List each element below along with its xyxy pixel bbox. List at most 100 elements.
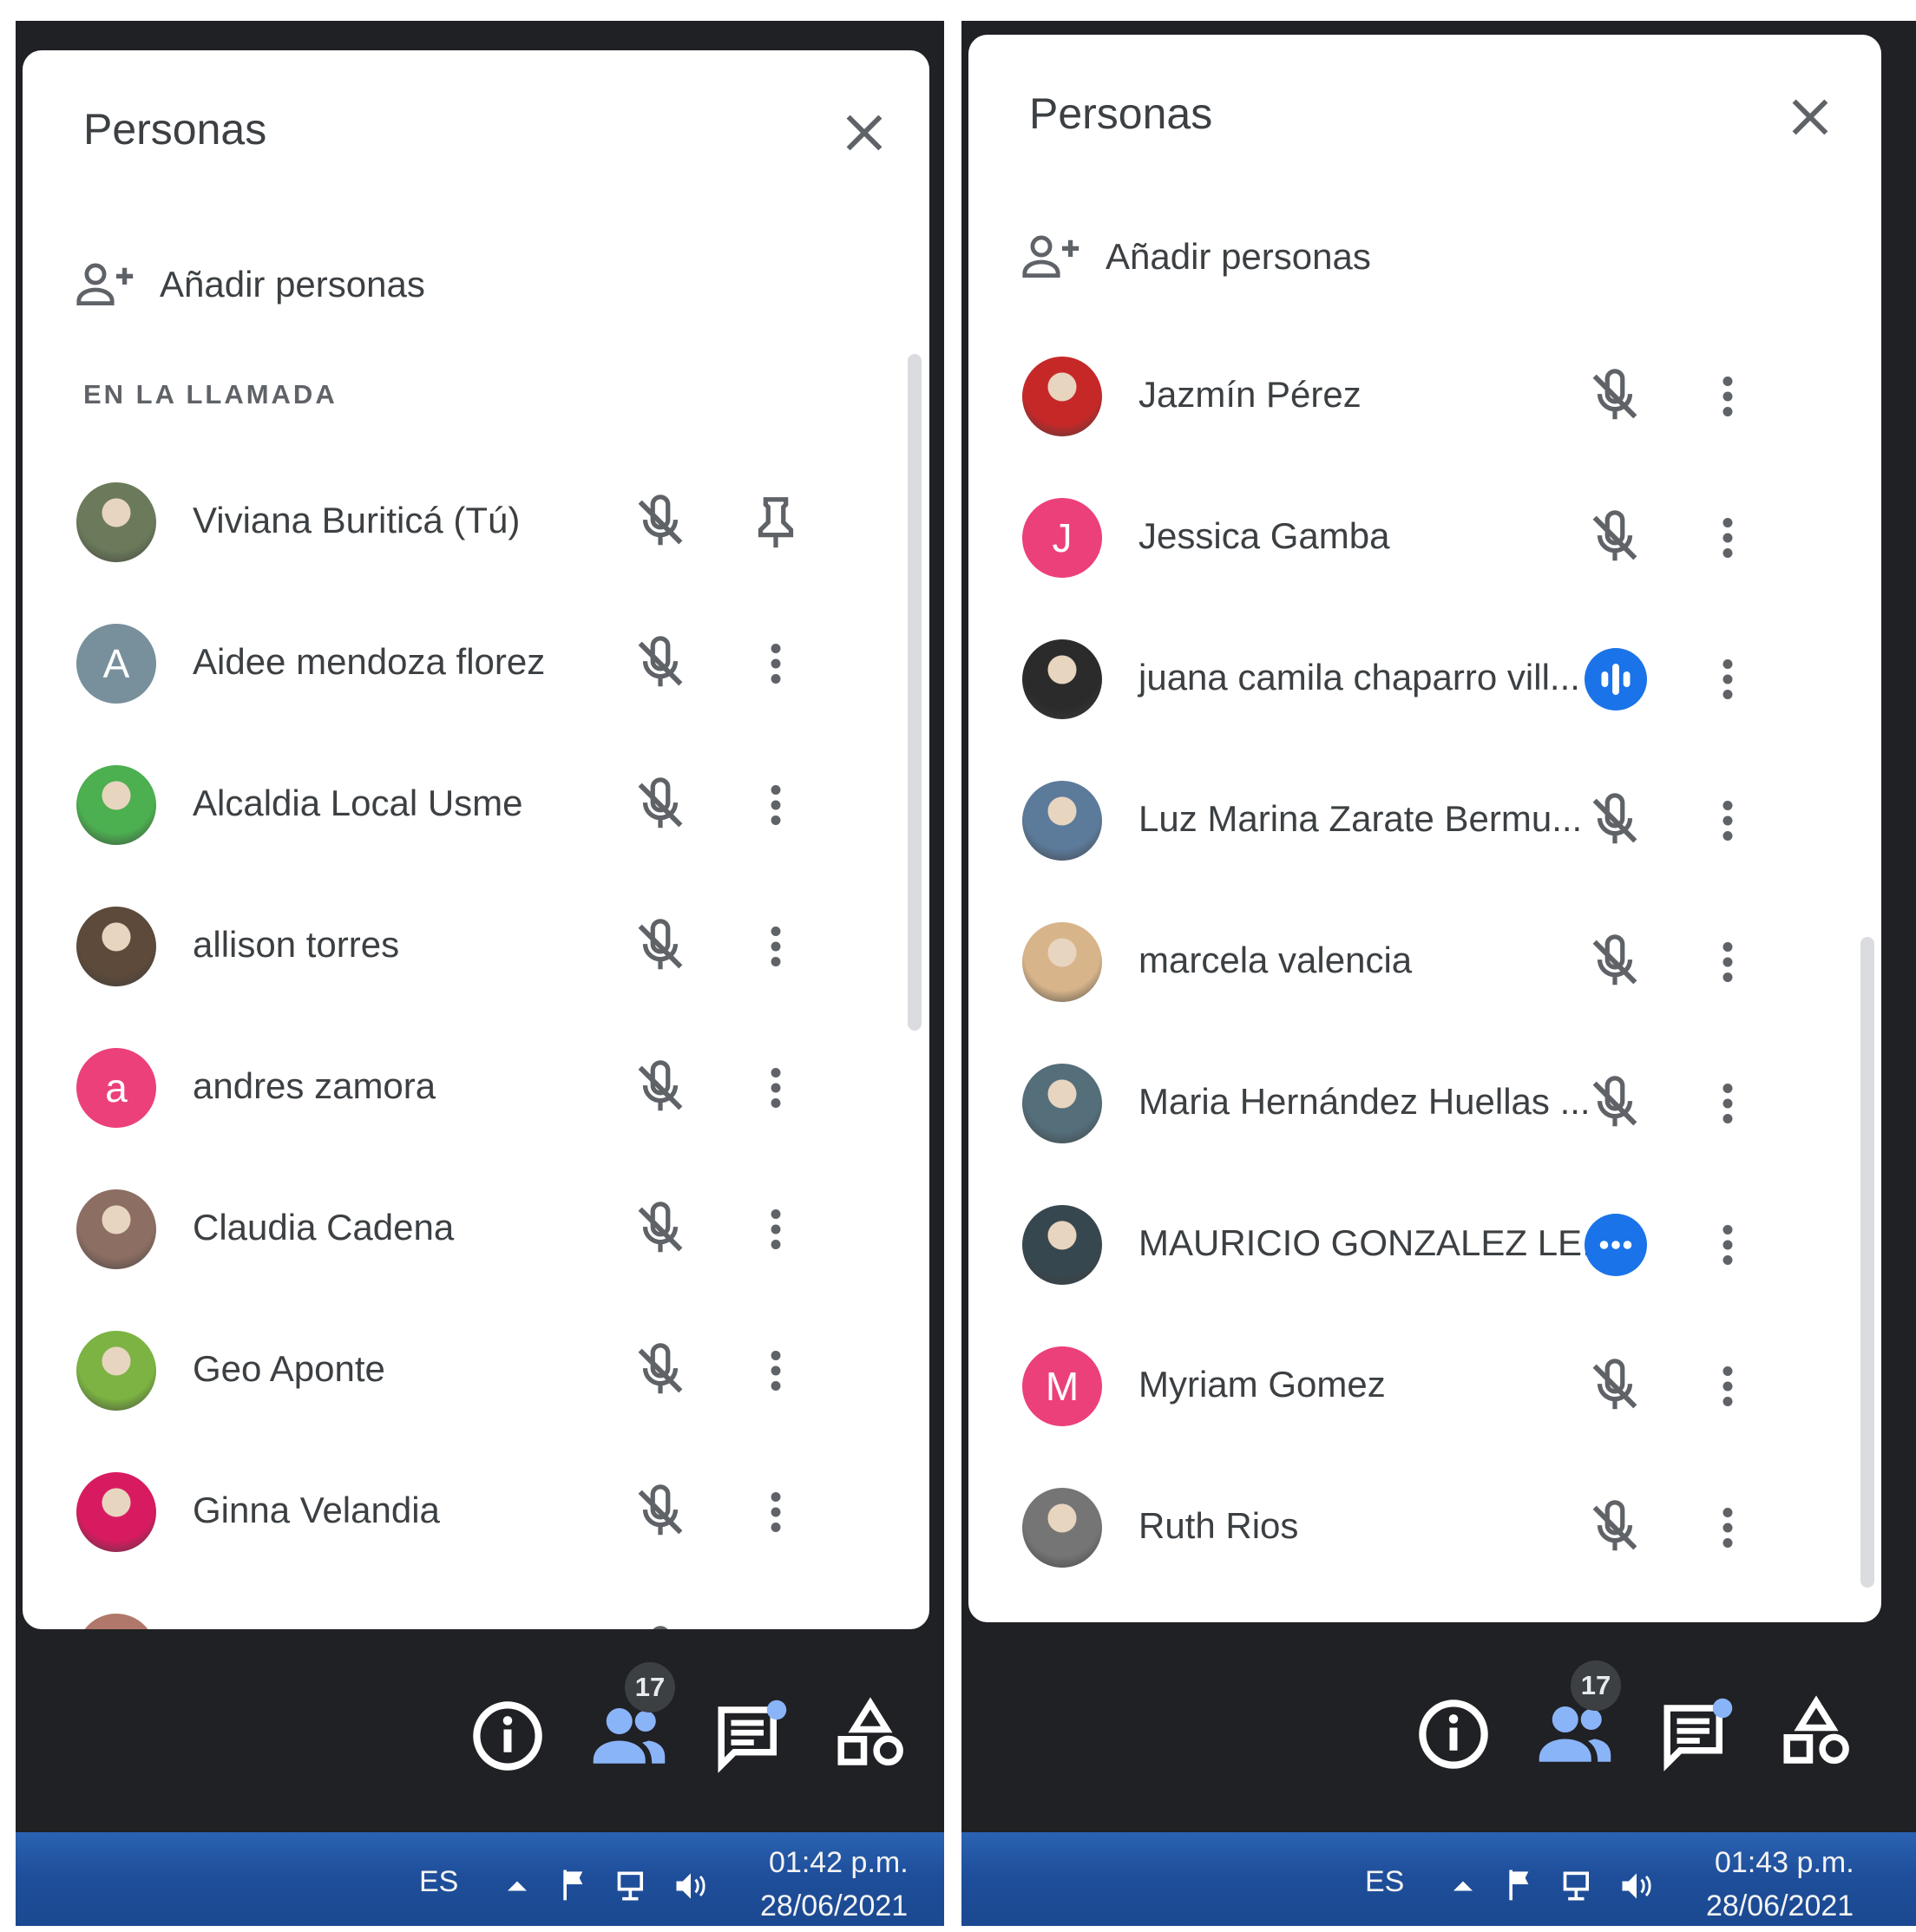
more-options-icon[interactable] [1702, 645, 1754, 714]
avatar-photo [76, 1472, 156, 1552]
participant-row[interactable]: marcela valencia [968, 891, 1881, 1032]
participant-row[interactable]: Geo Aponte [23, 1300, 929, 1441]
participant-name: Jessica Gamba [1138, 515, 1390, 556]
clock-date[interactable]: 28/06/2021 [760, 1889, 908, 1923]
mic-off-icon [1592, 793, 1637, 844]
participant-row[interactable]: Claudia Cadena [23, 1158, 929, 1300]
close-icon[interactable] [1780, 87, 1841, 147]
clock-date[interactable]: 28/06/2021 [1706, 1889, 1854, 1923]
more-options-icon[interactable] [1702, 786, 1754, 855]
avatar-photo [1022, 781, 1102, 861]
participant-row[interactable]: juana camila chaparro vill... [968, 608, 1881, 750]
avatar-photo [76, 1189, 156, 1269]
avatar: M [1022, 1346, 1102, 1426]
more-options-icon[interactable] [750, 770, 802, 840]
connecting-indicator-icon [1585, 1214, 1647, 1276]
participant-row[interactable]: allison torres [23, 875, 929, 1017]
participant-name: Claudia Cadena [193, 1207, 455, 1248]
add-people-button[interactable]: Añadir personas [75, 250, 425, 319]
avatar-photo [76, 1331, 156, 1411]
more-options-icon[interactable] [1702, 503, 1754, 573]
action-center-flag-icon[interactable] [557, 1865, 595, 1903]
pin-icon[interactable] [745, 492, 806, 553]
more-options-icon[interactable] [750, 1336, 802, 1405]
chat-icon[interactable] [1657, 1695, 1736, 1773]
avatar-photo [1022, 639, 1102, 719]
participant-row[interactable] [968, 312, 1881, 325]
participant-row[interactable]: A Aidee mendoza florez [23, 593, 929, 734]
participant-row[interactable]: a andres zamora [23, 1017, 929, 1158]
avatar: J [1022, 498, 1102, 578]
participant-name: marcela valencia [1138, 940, 1413, 980]
participant-row[interactable]: Luz Marina Zarate Bermu... [968, 750, 1881, 891]
panel-title: Personas [1029, 89, 1213, 138]
participant-name: Geo Aponte [193, 1348, 385, 1389]
participant-name: Alcaldia Local Usme [193, 783, 523, 823]
participant-row[interactable]: Maria Hernández Huellas ... [968, 1032, 1881, 1174]
participant-list[interactable]: Jazmín Pérez J Jessica Gamba juana camila c… [968, 312, 1881, 1622]
mic-off-icon [653, 1626, 668, 1629]
participant-name: Luz Marina Zarate Bermu... [1138, 798, 1583, 839]
panel-title: Personas [83, 105, 267, 154]
activities-icon[interactable] [831, 1697, 909, 1775]
tray-expand-icon[interactable] [498, 1867, 536, 1905]
info-icon[interactable] [1414, 1695, 1493, 1773]
participant-row[interactable]: Ginna Velandia [23, 1441, 929, 1582]
people-panel: Personas Añadir personas EN LA LLAMADA V… [23, 50, 929, 1629]
speaking-indicator-icon [1585, 648, 1647, 711]
more-options-icon[interactable] [750, 1195, 802, 1264]
more-options-icon[interactable] [1702, 362, 1754, 431]
tray-expand-icon[interactable] [1444, 1867, 1482, 1905]
participant-row[interactable]: Ruth Rios [968, 1457, 1881, 1598]
more-options-icon[interactable] [750, 629, 802, 698]
participant-list[interactable]: Viviana Buriticá (Tú) A Aidee mendoza flor… [23, 451, 929, 1629]
scrollbar[interactable] [908, 354, 922, 1031]
participant-name: allison torres [193, 924, 400, 965]
avatar-photo [1022, 922, 1102, 1002]
avatar-photo [1022, 1064, 1102, 1143]
mic-off-icon [1592, 510, 1637, 561]
participant-row[interactable]: J Jessica Gamba [968, 467, 1881, 608]
mic-off-icon [638, 777, 683, 828]
more-options-icon[interactable] [750, 1053, 802, 1123]
participant-row[interactable]: M Myriam Gomez [968, 1315, 1881, 1457]
info-icon[interactable] [469, 1697, 547, 1775]
mic-off-icon [1592, 369, 1637, 420]
network-icon[interactable] [1560, 1867, 1598, 1905]
participant-name: Jazmín Pérez [1138, 374, 1362, 415]
language-indicator[interactable]: ES [419, 1865, 458, 1899]
more-options-icon[interactable] [750, 1619, 802, 1629]
clock-time[interactable]: 01:42 p.m. [769, 1846, 909, 1880]
in-call-section-label: EN LA LLAMADA [83, 379, 338, 409]
participant-name: juana camila chaparro vill... [1138, 657, 1580, 697]
more-options-icon[interactable] [1702, 1352, 1754, 1421]
more-options-icon[interactable] [750, 912, 802, 981]
participant-row[interactable] [23, 1582, 929, 1629]
add-people-button[interactable]: Añadir personas [1020, 222, 1371, 291]
more-options-icon[interactable] [1702, 1069, 1754, 1138]
mic-off-icon [638, 1202, 683, 1253]
activities-icon[interactable] [1777, 1695, 1855, 1773]
participant-row[interactable]: Alcaldia Local Usme [23, 734, 929, 875]
participant-row[interactable]: Viviana Buriticá (Tú) [23, 451, 929, 593]
more-options-icon[interactable] [1702, 927, 1754, 997]
avatar-photo [76, 482, 156, 562]
volume-icon[interactable] [1617, 1867, 1656, 1905]
network-icon[interactable] [614, 1867, 653, 1905]
left-screen: Personas Añadir personas EN LA LLAMADA V… [16, 21, 944, 1926]
mic-off-icon [638, 1484, 683, 1536]
more-options-icon[interactable] [1702, 1493, 1754, 1562]
more-options-icon[interactable] [1702, 1210, 1754, 1280]
action-center-flag-icon[interactable] [1503, 1865, 1541, 1903]
participant-row[interactable]: MAURICIO GONZALEZ LE... [968, 1174, 1881, 1315]
scrollbar[interactable] [1860, 937, 1874, 1588]
more-options-icon[interactable] [750, 1477, 802, 1547]
language-indicator[interactable]: ES [1365, 1865, 1404, 1899]
mic-off-icon [638, 1343, 683, 1394]
meeting-toolbar: 17 [961, 1636, 1916, 1832]
participant-row[interactable]: Jazmín Pérez [968, 325, 1881, 467]
volume-icon[interactable] [672, 1867, 710, 1905]
clock-time[interactable]: 01:43 p.m. [1715, 1846, 1854, 1880]
chat-icon[interactable] [712, 1697, 790, 1775]
close-icon[interactable] [834, 102, 895, 163]
